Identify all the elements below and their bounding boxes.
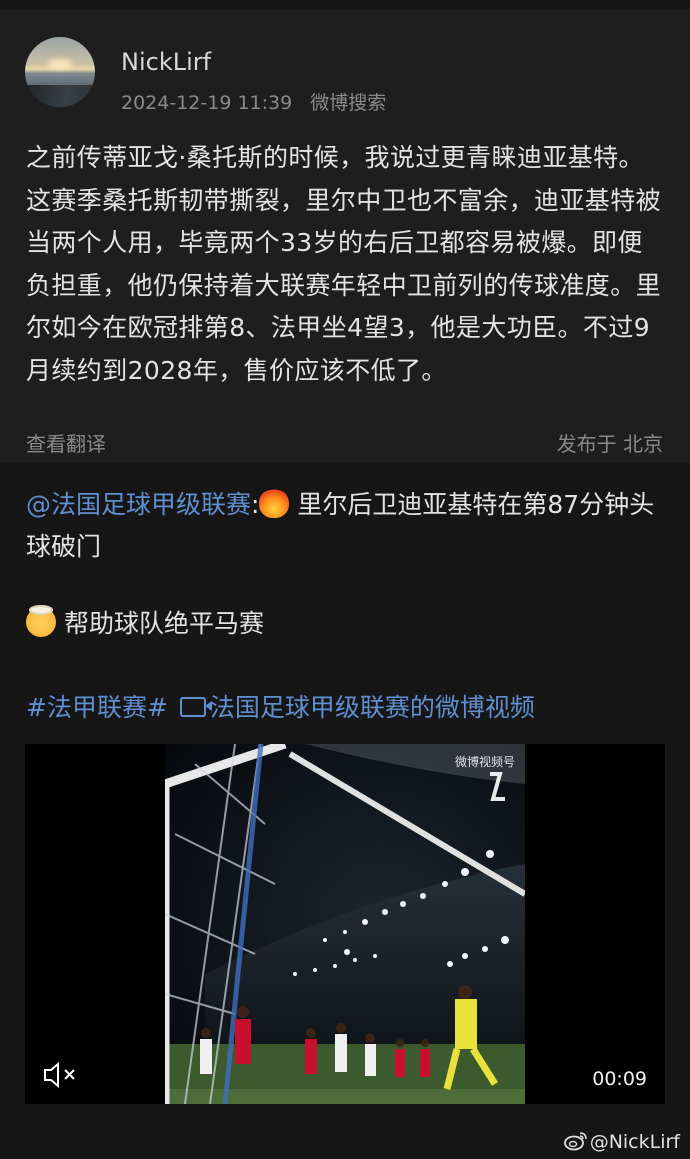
watermark: @NickLirf (563, 1131, 680, 1153)
avatar-sun (47, 59, 73, 69)
post-meta: 2024-12-19 11:39 微博搜索 (121, 88, 386, 115)
quoted-text-line2: 帮助球队绝平马赛 (26, 604, 264, 640)
mention-colon: : (251, 490, 260, 519)
mention-link[interactable]: @法国足球甲级联赛 (26, 490, 251, 519)
avatar[interactable] (25, 37, 95, 107)
video-duration: 00:09 (592, 1068, 647, 1090)
post-card: NickLirf 2024-12-19 11:39 微博搜索 之前传蒂亚戈·桑托斯… (0, 10, 690, 462)
video-player[interactable]: 微博视频号 00:09 (25, 744, 665, 1104)
quoted-tags: #法甲联赛# 法国足球甲级联赛的微博视频 (26, 688, 535, 724)
fire-emoji-icon (259, 488, 290, 518)
video-source-link[interactable]: 法国足球甲级联赛的微博视频 (210, 693, 535, 722)
weibo-logo-icon (563, 1132, 587, 1151)
post-location: 发布于 北京 (556, 432, 663, 456)
video-camera-icon (179, 697, 212, 717)
avatar-shore (25, 85, 95, 107)
quoted-text-line1: @法国足球甲级联赛: 里尔后卫迪亚基特在第87分钟头球破门 (26, 484, 671, 568)
mind-blown-emoji-icon (26, 605, 56, 637)
mute-icon[interactable] (43, 1060, 79, 1090)
quoted-post[interactable]: @法国足球甲级联赛: 里尔后卫迪亚基特在第87分钟头球破门 帮助球队绝平马赛 #… (0, 462, 690, 1159)
translate-link[interactable]: 查看翻译 (26, 428, 106, 457)
video-overlay-watermark: 微博视频号 (455, 754, 515, 769)
post-timestamp: 2024-12-19 11:39 (121, 92, 293, 114)
post-source: 微博搜索 (310, 92, 387, 114)
quoted-subline: 帮助球队绝平马赛 (64, 609, 265, 638)
video-frame: 微博视频号 (165, 744, 525, 1104)
post-text: 之前传蒂亚戈·桑托斯的时候，我说过更青睐迪亚基特。这赛季桑托斯韧带撕裂，里尔中卫… (26, 143, 662, 385)
username[interactable]: NickLirf (121, 48, 211, 76)
hashtag-link[interactable]: #法甲联赛# (26, 693, 168, 722)
watermark-text: @NickLirf (589, 1131, 680, 1153)
